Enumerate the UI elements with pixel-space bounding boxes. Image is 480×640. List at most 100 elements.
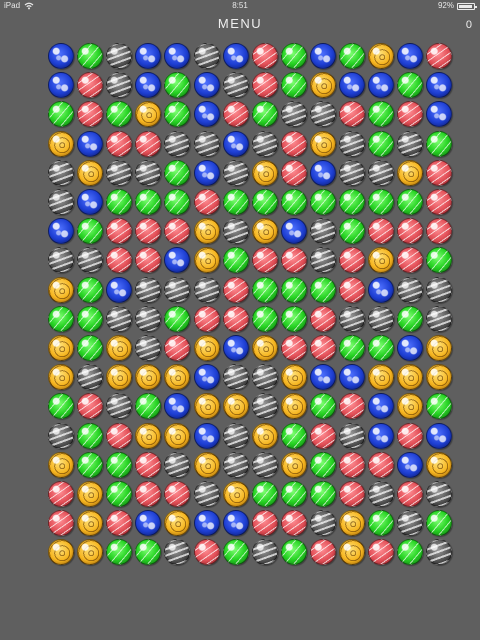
green-marble[interactable] <box>397 189 423 215</box>
black-marble[interactable] <box>48 189 74 215</box>
green-marble[interactable] <box>426 247 452 273</box>
blue-marble[interactable] <box>48 43 74 69</box>
red-marble[interactable] <box>368 539 394 565</box>
blue-marble[interactable] <box>135 510 161 536</box>
yellow-marble[interactable] <box>106 335 132 361</box>
red-marble[interactable] <box>339 393 365 419</box>
black-marble[interactable] <box>77 247 103 273</box>
green-marble[interactable] <box>223 539 249 565</box>
yellow-marble[interactable] <box>77 539 103 565</box>
black-marble[interactable] <box>252 364 278 390</box>
red-marble[interactable] <box>106 218 132 244</box>
red-marble[interactable] <box>252 510 278 536</box>
green-marble[interactable] <box>281 306 307 332</box>
blue-marble[interactable] <box>310 160 336 186</box>
red-marble[interactable] <box>281 335 307 361</box>
green-marble[interactable] <box>339 218 365 244</box>
yellow-marble[interactable] <box>368 364 394 390</box>
green-marble[interactable] <box>281 189 307 215</box>
red-marble[interactable] <box>164 335 190 361</box>
green-marble[interactable] <box>281 72 307 98</box>
red-marble[interactable] <box>106 423 132 449</box>
red-marble[interactable] <box>106 510 132 536</box>
green-marble[interactable] <box>77 277 103 303</box>
black-marble[interactable] <box>339 423 365 449</box>
green-marble[interactable] <box>310 393 336 419</box>
black-marble[interactable] <box>397 510 423 536</box>
black-marble[interactable] <box>339 306 365 332</box>
black-marble[interactable] <box>426 539 452 565</box>
yellow-marble[interactable] <box>281 393 307 419</box>
green-marble[interactable] <box>223 189 249 215</box>
yellow-marble[interactable] <box>194 452 220 478</box>
yellow-marble[interactable] <box>426 335 452 361</box>
green-marble[interactable] <box>252 481 278 507</box>
green-marble[interactable] <box>310 277 336 303</box>
black-marble[interactable] <box>310 218 336 244</box>
green-marble[interactable] <box>77 423 103 449</box>
yellow-marble[interactable] <box>368 247 394 273</box>
red-marble[interactable] <box>252 43 278 69</box>
green-marble[interactable] <box>77 218 103 244</box>
black-marble[interactable] <box>135 335 161 361</box>
black-marble[interactable] <box>48 423 74 449</box>
blue-marble[interactable] <box>368 277 394 303</box>
green-marble[interactable] <box>397 306 423 332</box>
green-marble[interactable] <box>281 539 307 565</box>
black-marble[interactable] <box>48 247 74 273</box>
red-marble[interactable] <box>426 189 452 215</box>
black-marble[interactable] <box>164 131 190 157</box>
blue-marble[interactable] <box>194 364 220 390</box>
black-marble[interactable] <box>106 393 132 419</box>
green-marble[interactable] <box>135 539 161 565</box>
green-marble[interactable] <box>252 101 278 127</box>
black-marble[interactable] <box>310 510 336 536</box>
green-marble[interactable] <box>426 393 452 419</box>
black-marble[interactable] <box>223 423 249 449</box>
black-marble[interactable] <box>194 481 220 507</box>
red-marble[interactable] <box>135 218 161 244</box>
red-marble[interactable] <box>223 277 249 303</box>
black-marble[interactable] <box>164 539 190 565</box>
blue-marble[interactable] <box>310 364 336 390</box>
red-marble[interactable] <box>397 218 423 244</box>
blue-marble[interactable] <box>194 160 220 186</box>
yellow-marble[interactable] <box>339 539 365 565</box>
red-marble[interactable] <box>339 277 365 303</box>
yellow-marble[interactable] <box>368 43 394 69</box>
green-marble[interactable] <box>368 335 394 361</box>
menu-button[interactable]: MENU <box>0 15 480 33</box>
yellow-marble[interactable] <box>252 335 278 361</box>
green-marble[interactable] <box>106 452 132 478</box>
red-marble[interactable] <box>281 510 307 536</box>
blue-marble[interactable] <box>397 452 423 478</box>
red-marble[interactable] <box>426 43 452 69</box>
black-marble[interactable] <box>252 539 278 565</box>
green-marble[interactable] <box>164 72 190 98</box>
green-marble[interactable] <box>281 481 307 507</box>
blue-marble[interactable] <box>106 277 132 303</box>
red-marble[interactable] <box>194 539 220 565</box>
yellow-marble[interactable] <box>164 423 190 449</box>
blue-marble[interactable] <box>194 423 220 449</box>
black-marble[interactable] <box>397 131 423 157</box>
red-marble[interactable] <box>135 131 161 157</box>
black-marble[interactable] <box>223 218 249 244</box>
blue-marble[interactable] <box>368 423 394 449</box>
yellow-marble[interactable] <box>77 160 103 186</box>
red-marble[interactable] <box>281 247 307 273</box>
red-marble[interactable] <box>397 247 423 273</box>
black-marble[interactable] <box>135 277 161 303</box>
green-marble[interactable] <box>48 393 74 419</box>
yellow-marble[interactable] <box>135 101 161 127</box>
black-marble[interactable] <box>426 481 452 507</box>
green-marble[interactable] <box>281 277 307 303</box>
red-marble[interactable] <box>77 393 103 419</box>
black-marble[interactable] <box>135 160 161 186</box>
blue-marble[interactable] <box>164 247 190 273</box>
black-marble[interactable] <box>252 393 278 419</box>
yellow-marble[interactable] <box>48 131 74 157</box>
red-marble[interactable] <box>310 306 336 332</box>
blue-marble[interactable] <box>48 72 74 98</box>
black-marble[interactable] <box>223 364 249 390</box>
